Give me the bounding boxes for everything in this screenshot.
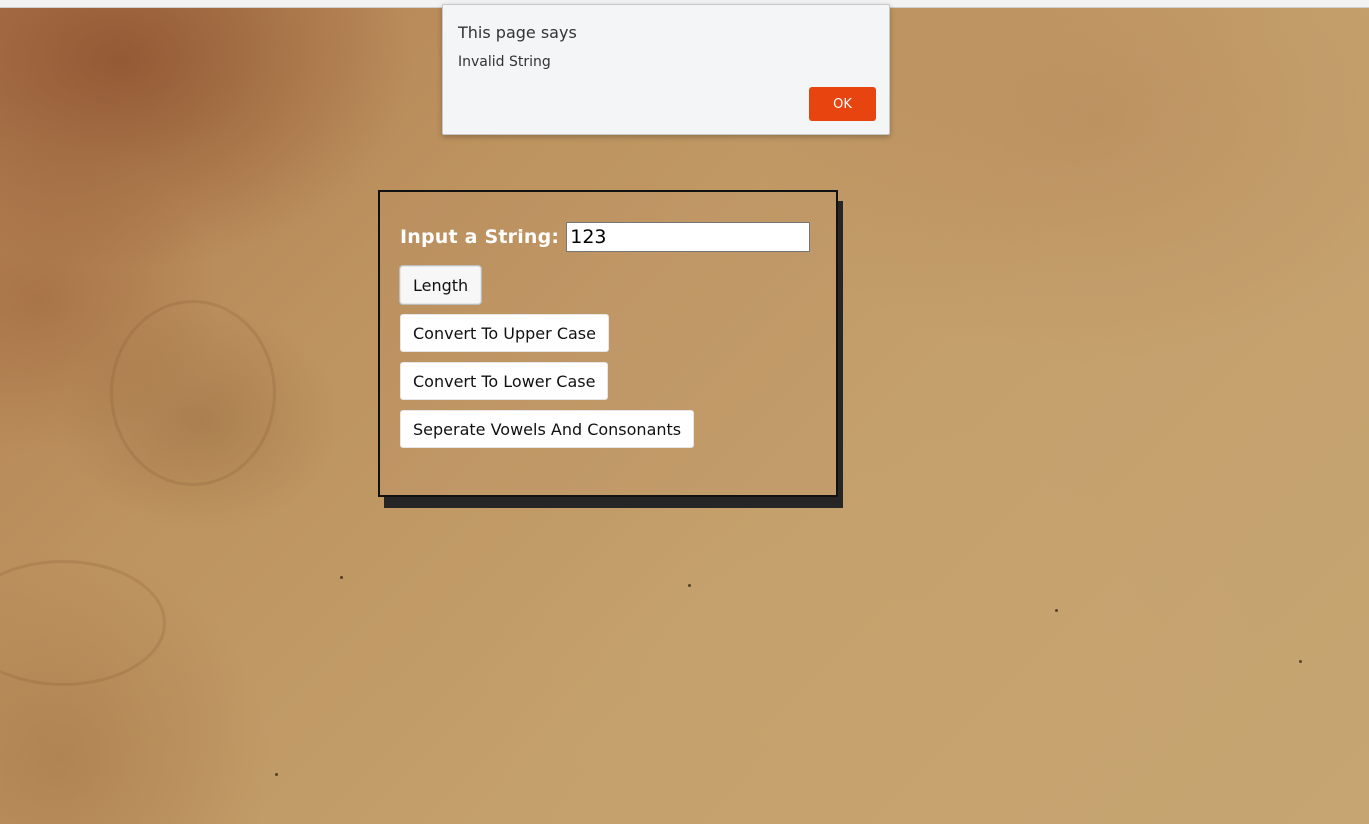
length-button[interactable]: Length [400,266,482,304]
separate-vowels-consonants-button[interactable]: Seperate Vowels And Consonants [400,410,695,448]
paper-stain [0,560,166,686]
dialog-ok-button[interactable]: OK [809,87,876,121]
dialog-title: This page says [458,23,577,42]
paper-speck [1055,609,1058,612]
alert-dialog: This page says Invalid String OK [442,4,890,135]
string-tools-panel: Input a String: Length Convert To Upper … [378,190,838,497]
string-input[interactable] [566,222,811,252]
paper-speck [340,576,343,579]
upper-case-button[interactable]: Convert To Upper Case [400,314,609,352]
paper-speck [275,773,278,776]
paper-speck [688,584,691,587]
paper-speck [1299,660,1302,663]
lower-case-button[interactable]: Convert To Lower Case [400,362,609,400]
input-row: Input a String: [400,222,811,252]
input-label: Input a String: [400,226,560,248]
dialog-message: Invalid String [458,54,551,70]
paper-stain [110,300,276,486]
